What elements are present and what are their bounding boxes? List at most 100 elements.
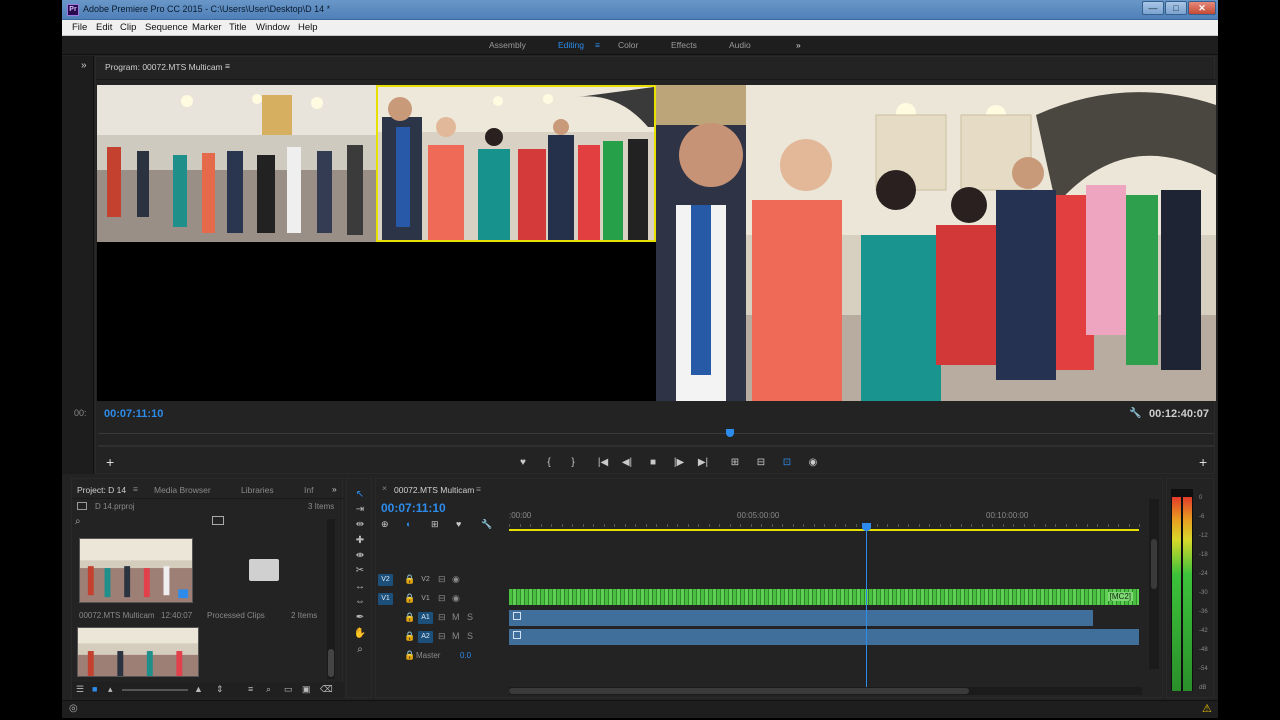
timeline-playhead-handle[interactable] bbox=[862, 523, 871, 531]
folder-icon[interactable] bbox=[249, 559, 279, 581]
razor-tool-icon[interactable]: ✂ bbox=[353, 565, 367, 577]
a2-audio-clip[interactable] bbox=[509, 629, 1139, 645]
tab-info[interactable]: Inf bbox=[304, 485, 313, 495]
maximize-button[interactable]: □ bbox=[1165, 1, 1187, 15]
a1-audio-clip[interactable] bbox=[509, 610, 1093, 626]
menu-help[interactable]: Help bbox=[298, 22, 318, 33]
slide-tool-icon[interactable]: ⇔ bbox=[353, 596, 367, 608]
go-to-in-button[interactable]: |◀ bbox=[596, 457, 610, 468]
sequence-tab-title[interactable]: 00072.MTS Multicam bbox=[394, 485, 474, 495]
workspace-overflow-button[interactable]: » bbox=[796, 40, 801, 50]
program-monitor-menu-icon[interactable]: ≡ bbox=[225, 61, 230, 71]
minimize-button[interactable]: — bbox=[1142, 1, 1164, 15]
add-control-button[interactable]: + bbox=[106, 454, 114, 470]
menu-clip[interactable]: Clip bbox=[120, 22, 136, 33]
zoom-in-icon[interactable]: ▲ bbox=[194, 684, 203, 694]
program-video-viewport[interactable] bbox=[97, 85, 1216, 401]
timeline-track-area[interactable]: :00:00 00:05:00:00 00:10:00:00 [MC2] bbox=[509, 499, 1142, 687]
button-editor-button[interactable]: + bbox=[1199, 454, 1207, 470]
menu-title[interactable]: Title bbox=[229, 22, 247, 33]
rolling-edit-tool-icon[interactable]: ✚ bbox=[353, 535, 367, 547]
mark-in-button[interactable]: { bbox=[542, 457, 556, 468]
sequence-tab-menu-icon[interactable]: ≡ bbox=[476, 484, 481, 494]
ripple-edit-tool-icon[interactable]: ⇹ bbox=[353, 519, 367, 531]
close-sequence-tab-button[interactable]: × bbox=[382, 483, 387, 493]
mark-out-button[interactable]: } bbox=[566, 457, 580, 468]
menu-sequence[interactable]: Sequence bbox=[145, 22, 188, 33]
menu-window[interactable]: Window bbox=[256, 22, 290, 33]
track-target-v2[interactable]: V2 bbox=[378, 574, 393, 586]
linked-selection-icon[interactable]: ⊞ bbox=[431, 519, 439, 530]
timeline-ruler[interactable]: :00:00 00:05:00:00 00:10:00:00 bbox=[509, 499, 1142, 533]
track-target-a1[interactable]: A1 bbox=[418, 612, 433, 624]
export-frame-button[interactable]: ◉ bbox=[806, 457, 820, 468]
sync-lock-icon[interactable]: ⊟ bbox=[438, 612, 446, 623]
tab-media-browser[interactable]: Media Browser bbox=[154, 485, 211, 495]
selection-tool-icon[interactable]: ↖ bbox=[353, 489, 367, 501]
settings-wrench-icon[interactable]: 🔧 bbox=[1129, 408, 1141, 419]
project-scrollbar[interactable] bbox=[327, 519, 335, 679]
list-view-icon[interactable]: ☰ bbox=[76, 684, 84, 695]
warning-icon[interactable]: ⚠ bbox=[1202, 702, 1212, 715]
mute-button[interactable]: M bbox=[452, 612, 460, 622]
work-area-bar[interactable] bbox=[509, 529, 1139, 531]
add-marker-button[interactable]: ♥ bbox=[516, 457, 530, 468]
pen-tool-icon[interactable]: ✒ bbox=[353, 612, 367, 624]
program-mini-timeline[interactable] bbox=[98, 427, 1214, 449]
program-playhead-marker[interactable] bbox=[726, 429, 734, 437]
track-select-tool-icon[interactable]: ⇥ bbox=[353, 504, 367, 516]
multicam-angle-2-selected[interactable] bbox=[376, 85, 656, 242]
program-output-frame[interactable] bbox=[656, 85, 1216, 401]
menu-marker[interactable]: Marker bbox=[192, 22, 222, 33]
rate-stretch-tool-icon[interactable]: ⇼ bbox=[353, 550, 367, 562]
eye-icon[interactable]: ◉ bbox=[452, 574, 460, 585]
project-panel-overflow-button[interactable]: » bbox=[332, 484, 337, 494]
search-icon[interactable]: ⌕ bbox=[75, 516, 81, 527]
eye-icon[interactable]: ◉ bbox=[452, 593, 460, 604]
project-item-clip-thumbnail[interactable] bbox=[77, 627, 199, 677]
menu-edit[interactable]: Edit bbox=[96, 22, 112, 33]
new-bin-from-search-icon[interactable] bbox=[212, 516, 224, 525]
go-to-out-button[interactable]: ▶| bbox=[696, 457, 710, 468]
workspace-menu-icon[interactable]: ≡ bbox=[595, 40, 600, 50]
new-item-icon[interactable]: ▣ bbox=[302, 684, 311, 695]
track-target-a2[interactable]: A2 bbox=[418, 631, 433, 643]
find-icon[interactable]: ⌕ bbox=[266, 684, 271, 695]
slip-tool-icon[interactable]: ↔ bbox=[353, 581, 367, 593]
timeline-playhead[interactable] bbox=[862, 523, 871, 687]
tab-project[interactable]: Project: D 14 bbox=[77, 485, 126, 495]
zoom-out-icon[interactable]: ▴ bbox=[108, 684, 113, 695]
extract-button[interactable]: ⊟ bbox=[754, 457, 768, 468]
close-window-button[interactable]: ✕ bbox=[1188, 1, 1216, 15]
solo-button[interactable]: S bbox=[467, 631, 473, 641]
timeline-playhead-timecode[interactable]: 00:07:11:10 bbox=[381, 501, 446, 515]
program-monitor-title[interactable]: Program: 00072.MTS Multicam bbox=[105, 62, 223, 72]
project-item-processed-clips-name[interactable]: Processed Clips bbox=[207, 611, 265, 620]
step-back-button[interactable]: ◀| bbox=[620, 457, 634, 468]
lock-icon[interactable]: 🔒 bbox=[404, 650, 415, 661]
thumbnail-zoom-slider[interactable] bbox=[122, 689, 188, 691]
sync-lock-icon[interactable]: ⊟ bbox=[438, 593, 446, 604]
status-indicator-icon[interactable]: ◎ bbox=[69, 703, 78, 714]
solo-button[interactable]: S bbox=[467, 612, 473, 622]
automate-to-sequence-icon[interactable]: ≡ bbox=[248, 684, 253, 694]
hand-tool-icon[interactable]: ✋ bbox=[353, 628, 367, 640]
zoom-tool-icon[interactable]: ⌕ bbox=[353, 644, 367, 656]
lock-icon[interactable]: 🔒 bbox=[404, 631, 415, 642]
track-target-v1[interactable]: V1 bbox=[378, 593, 393, 605]
mute-button[interactable]: M bbox=[452, 631, 460, 641]
lock-icon[interactable]: 🔒 bbox=[404, 593, 415, 604]
timeline-settings-wrench-icon[interactable]: 🔧 bbox=[481, 519, 492, 530]
new-bin-icon[interactable]: ▭ bbox=[284, 684, 293, 695]
expand-panel-button[interactable]: » bbox=[81, 60, 87, 71]
lift-button[interactable]: ⊞ bbox=[728, 457, 742, 468]
workspace-assembly[interactable]: Assembly bbox=[489, 40, 526, 50]
program-playhead-timecode[interactable]: 00:07:11:10 bbox=[104, 408, 163, 420]
workspace-color[interactable]: Color bbox=[618, 40, 638, 50]
menu-file[interactable]: File bbox=[72, 22, 87, 33]
add-marker-timeline-icon[interactable]: ♥ bbox=[456, 519, 461, 529]
project-item-multicam-thumbnail[interactable] bbox=[79, 538, 193, 603]
v1-multicam-clip[interactable]: [MC2] bbox=[509, 589, 1139, 605]
multicam-angle-1[interactable] bbox=[97, 85, 376, 242]
icon-view-icon[interactable]: ■ bbox=[92, 684, 97, 694]
